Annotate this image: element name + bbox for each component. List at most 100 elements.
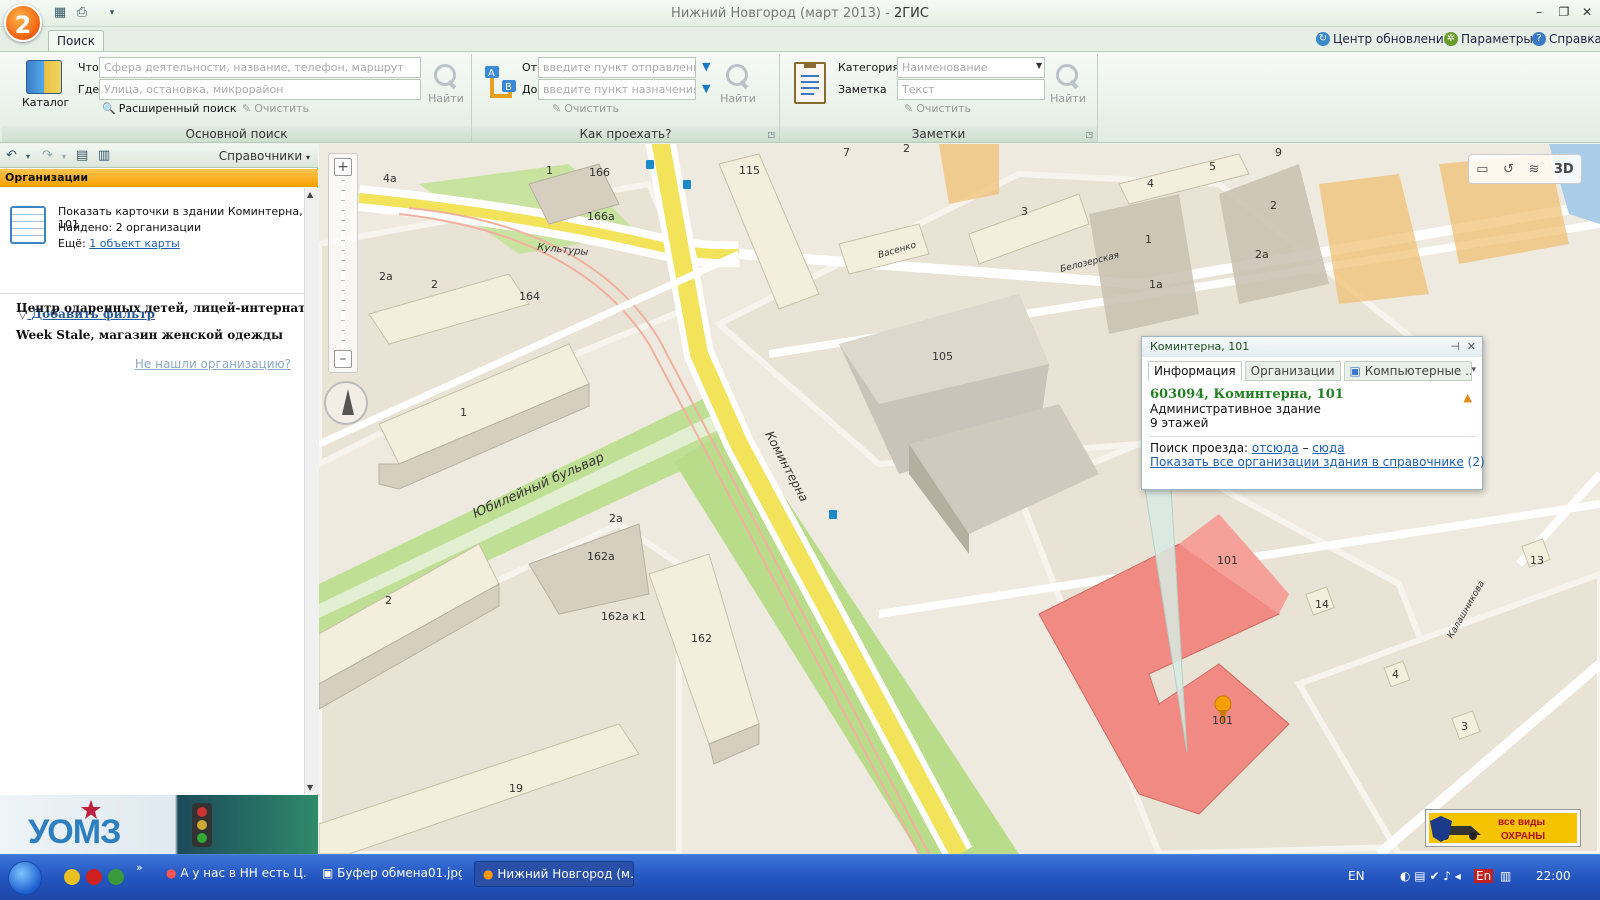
not-found-link[interactable]: Не нашли организацию? xyxy=(135,357,291,371)
to-input[interactable]: введите пункт назначения xyxy=(538,79,696,100)
to-pin-icon[interactable]: ▼ xyxy=(702,82,710,95)
popup-tab-info[interactable]: Информация xyxy=(1148,361,1242,381)
tab-search[interactable]: Поиск xyxy=(48,30,104,52)
note-label: Заметка xyxy=(838,83,887,96)
close-icon[interactable]: ✕ xyxy=(1467,340,1476,353)
route-find-button[interactable]: Найти xyxy=(718,62,758,105)
banner-text: УОМЗ xyxy=(28,813,121,851)
rotate-icon[interactable]: ↺ xyxy=(1503,162,1514,177)
minimize-button[interactable]: – xyxy=(1528,3,1550,21)
app-logo[interactable]: 2 xyxy=(4,4,42,42)
back-dropdown-icon[interactable]: ▾ xyxy=(26,152,30,161)
left-scrollbar[interactable]: ▲ ▼ xyxy=(304,188,318,794)
taskbar-item-0[interactable]: ● А у нас в НН есть Ц... xyxy=(158,861,306,887)
bus-stop-icon[interactable] xyxy=(646,160,654,169)
security-ad[interactable]: все виды ОХРАНЫ xyxy=(1426,810,1580,846)
map-view[interactable]: 166 166а 115 1 4а 2а 2 164 1 105 2а 162а… xyxy=(319,144,1600,854)
zoom-out-button[interactable]: – xyxy=(334,350,352,368)
note-input[interactable]: Текст xyxy=(897,79,1045,100)
title-bar: ▦ ⎙ ▾ Нижний Новгород (март 2013) - 2ГИС… xyxy=(0,0,1600,27)
scroll-up-icon[interactable]: ▲ xyxy=(307,190,313,199)
map-label: 3 xyxy=(1461,720,1468,733)
popup-tab-orgs[interactable]: Организации xyxy=(1244,361,1341,381)
map-label: 19 xyxy=(509,782,523,795)
chevron-down-icon[interactable]: ▾ xyxy=(1471,365,1476,375)
close-button[interactable]: ✕ xyxy=(1576,3,1598,21)
search-icon xyxy=(724,62,752,90)
building-info-popup: Коминтерна, 101 ⊣ ✕ Информация Организац… xyxy=(1141,336,1485,490)
compass-icon[interactable] xyxy=(324,381,368,425)
more-icon[interactable]: » xyxy=(136,861,143,874)
system-tray: EN ◐ ▤ ✔ ♪ ◂ En ▥ 22:00 xyxy=(1310,855,1600,900)
what-input[interactable]: Сфера деятельности, название, телефон, м… xyxy=(99,57,421,78)
notes-clear-button[interactable]: ✎ Очистить xyxy=(904,102,971,115)
map-label: 2 xyxy=(385,594,392,607)
map-object-link[interactable]: 1 объект карты xyxy=(89,237,180,250)
keyboard-layout-icon[interactable]: En xyxy=(1474,869,1494,883)
map-canvas[interactable]: 166 166а 115 1 4а 2а 2 164 1 105 2а 162а… xyxy=(319,144,1600,854)
3d-toggle-button[interactable]: 3D xyxy=(1554,162,1574,177)
forward-icon[interactable]: ↷ xyxy=(42,148,53,163)
advanced-search-button[interactable]: 🔍 Расширенный поиск xyxy=(102,102,237,115)
pin-icon[interactable]: ⊣ xyxy=(1450,340,1460,353)
route-from-here-link[interactable]: отсюда xyxy=(1252,441,1299,455)
taskbar-item-1[interactable]: ▣ Буфер обмена01.jpg... xyxy=(314,861,462,887)
org-item-0[interactable]: Центр одаренных детей, лицей-интернат xyxy=(16,301,306,315)
layers-icon[interactable]: ≋ xyxy=(1528,162,1539,177)
map-label: 2 xyxy=(1270,199,1277,212)
where-input[interactable]: Улица, остановка, микрорайон xyxy=(99,79,421,100)
category-label: Категория xyxy=(838,61,899,74)
opera-icon[interactable] xyxy=(86,869,102,885)
map-label: 115 xyxy=(739,164,760,177)
tray-app-icon[interactable]: ▥ xyxy=(1500,869,1511,883)
from-pin-icon[interactable]: ▼ xyxy=(702,60,710,73)
help-link[interactable]: ? Справка xyxy=(1532,32,1600,46)
ruler-icon[interactable]: ▭ xyxy=(1476,162,1488,177)
main-search-group-label: Основной поиск xyxy=(2,126,471,142)
back-icon[interactable]: ↶ xyxy=(6,148,17,163)
tray-icons[interactable]: ◐ ▤ ✔ ♪ ◂ xyxy=(1400,869,1461,883)
app-icon[interactable] xyxy=(108,869,124,885)
list-icon[interactable]: ▤ xyxy=(76,148,88,163)
map-label: 9 xyxy=(1275,146,1282,159)
notes-expand-icon[interactable]: ◳ xyxy=(1085,130,1093,139)
route-to-here-link[interactable]: сюда xyxy=(1312,441,1344,455)
from-input[interactable]: введите пункт отправления xyxy=(538,57,696,78)
main-clear-button[interactable]: ✎ Очистить xyxy=(242,102,309,115)
language-indicator[interactable]: EN xyxy=(1348,869,1365,883)
main-find-button[interactable]: Найти xyxy=(426,62,466,105)
route-icon-graphic: AB xyxy=(485,66,516,98)
forward-dropdown-icon[interactable]: ▾ xyxy=(62,152,66,161)
params-link[interactable]: ✲ Параметры xyxy=(1444,32,1533,46)
org-item-1[interactable]: Week Stale, магазин женской одежды xyxy=(16,328,283,342)
restore-button[interactable]: ❐ xyxy=(1553,3,1575,21)
directories-dropdown[interactable]: Справочники ▾ xyxy=(219,149,310,163)
bus-stop-icon[interactable] xyxy=(829,510,837,519)
show-all-orgs-link[interactable]: Показать все организации здания в справо… xyxy=(1150,455,1464,469)
category-dropdown-icon[interactable]: ▼ xyxy=(1036,61,1042,70)
route-clear-button[interactable]: ✎ Очистить xyxy=(552,102,619,115)
category-select[interactable]: Наименование xyxy=(897,57,1045,78)
scroll-down-icon[interactable]: ▼ xyxy=(307,783,313,792)
what-label: Что xyxy=(78,61,99,74)
location-pin-icon[interactable] xyxy=(1214,695,1232,713)
catalog-icon[interactable] xyxy=(26,60,62,94)
advanced-search-icon: 🔍 xyxy=(102,102,116,115)
zoom-slider[interactable] xyxy=(341,180,345,348)
window-title: Нижний Новгород (март 2013) - 2ГИС xyxy=(671,6,929,21)
found-count: Найдено: 2 организации xyxy=(58,221,202,234)
ad-banner[interactable]: УОМЗ xyxy=(0,795,318,854)
zoom-in-button[interactable]: + xyxy=(334,158,352,176)
start-button[interactable] xyxy=(8,861,42,895)
cards-icon[interactable]: ▥ xyxy=(98,148,110,163)
route-expand-icon[interactable]: ◳ xyxy=(767,130,775,139)
route-icon: AB xyxy=(484,64,518,104)
chrome-icon[interactable] xyxy=(64,869,80,885)
taskbar-item-2[interactable]: ● Нижний Новгород (м... xyxy=(474,861,634,887)
catalog-label[interactable]: Каталог xyxy=(22,96,69,109)
notes-find-button[interactable]: Найти xyxy=(1048,62,1088,105)
popup-body: 603094, Коминтерна, 101 Административное… xyxy=(1150,387,1485,469)
popup-tab-computer[interactable]: ▣ Компьютерные ... xyxy=(1343,361,1472,381)
updates-link[interactable]: ↻ Центр обновлений xyxy=(1316,32,1451,46)
bus-stop-icon[interactable] xyxy=(683,180,691,189)
